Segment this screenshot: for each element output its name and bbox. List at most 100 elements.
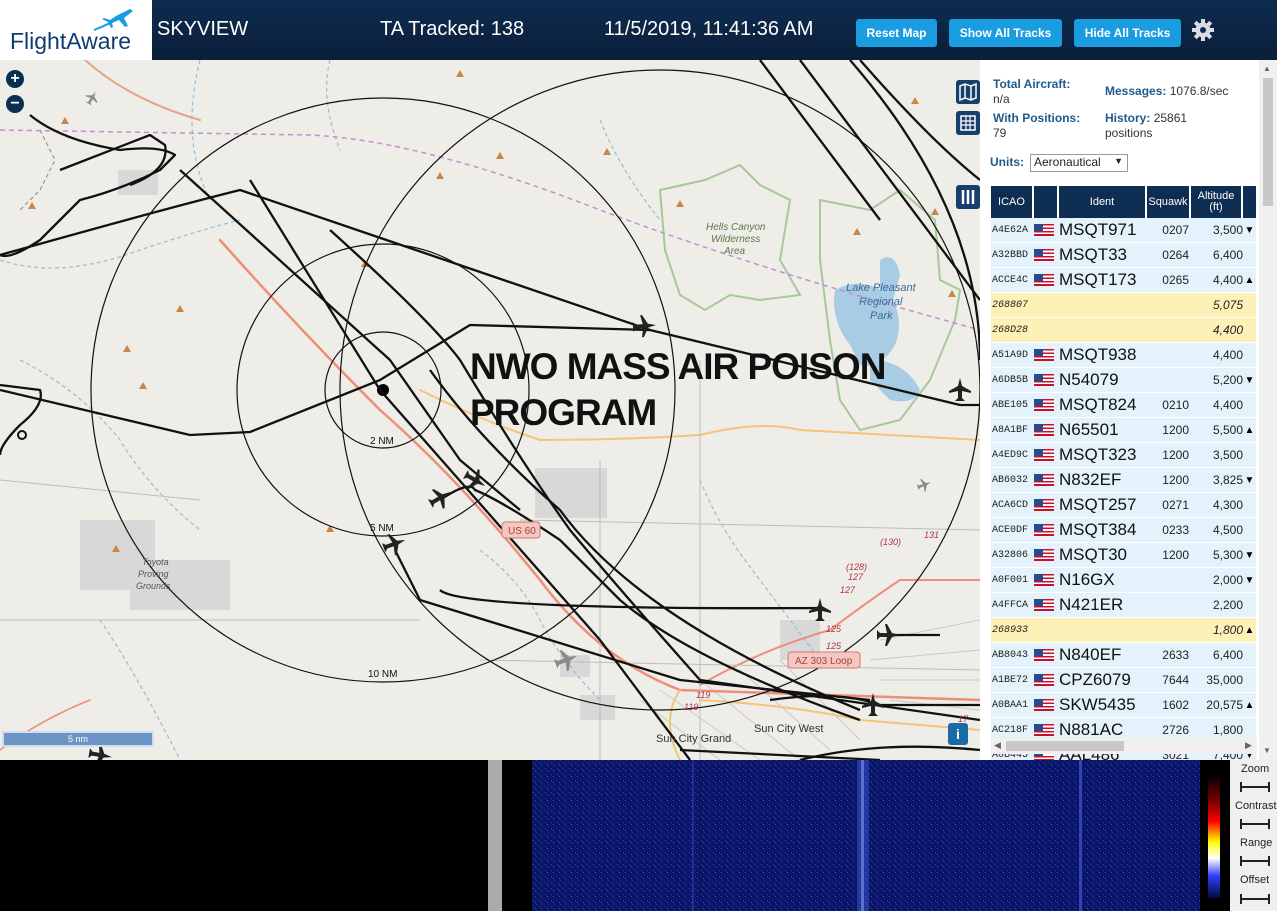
units-select[interactable]: Aeronautical ▼	[1030, 154, 1128, 172]
horizontal-scrollbar[interactable]: ◀ ▶	[992, 738, 1257, 754]
altitude-cell: 3,500	[1212, 223, 1243, 237]
col-altitude[interactable]: Altitude (ft)	[1191, 186, 1243, 218]
flag-cell	[1034, 599, 1059, 611]
scroll-up-icon[interactable]: ▲	[1263, 64, 1271, 73]
logo-text: FlightAware	[10, 28, 132, 54]
trend-arrow-icon: ▼	[1244, 374, 1255, 386]
svg-text:Sun City West: Sun City West	[754, 723, 824, 735]
table-row[interactable]: A51A9D MSQT938 4,400	[991, 343, 1256, 368]
svg-text:Park: Park	[870, 310, 893, 322]
table-row[interactable]: A1BE72 CPZ6079 7644 35,000	[991, 668, 1256, 693]
table-row[interactable]: AB8043 N840EF 2633 6,400	[991, 643, 1256, 668]
contrast-slider[interactable]	[1240, 819, 1270, 829]
table-row[interactable]: AB6032 N832EF 1200 3,825 ▼	[991, 468, 1256, 493]
scroll-right-icon[interactable]: ▶	[1245, 740, 1252, 751]
range-slider[interactable]	[1240, 856, 1270, 866]
col-squawk[interactable]: Squawk	[1147, 186, 1191, 218]
icao-cell: A4FFCA	[992, 599, 1029, 611]
range-label: Range	[1240, 837, 1273, 849]
us-flag-icon	[1034, 374, 1054, 386]
reset-map-button[interactable]: Reset Map	[856, 19, 937, 47]
table-header: ICAO Ident Squawk Altitude (ft)	[991, 186, 1256, 218]
table-row[interactable]: 268D28 4,400	[991, 318, 1256, 343]
table-row[interactable]: ACA6CD MSQT257 0271 4,300	[991, 493, 1256, 518]
trend-arrow-icon: ▲	[1244, 624, 1255, 636]
table-row[interactable]: ACCE4C MSQT173 0265 4,400 ▲	[991, 268, 1256, 293]
zoom-slider[interactable]	[1240, 782, 1270, 792]
map-view[interactable]: 2 NM 5 NM 10 NM Hells Canyon Wilderness …	[0, 60, 980, 760]
zoom-in-button[interactable]: +	[6, 70, 24, 88]
map-grid-icon[interactable]	[956, 111, 980, 135]
icao-cell: 268D28	[992, 324, 1029, 336]
svg-text:119: 119	[684, 702, 698, 712]
flightaware-logo[interactable]: FlightAware	[0, 0, 152, 60]
svg-text:127: 127	[848, 572, 864, 582]
squawk-cell: 1200	[1162, 548, 1189, 562]
horizontal-scroll-thumb[interactable]	[1006, 741, 1124, 751]
gear-icon[interactable]	[1190, 17, 1216, 43]
trend-arrow-icon: ▼	[1244, 549, 1255, 561]
zoom-out-button[interactable]: −	[6, 95, 24, 113]
ident-cell: N421ER	[1059, 595, 1124, 614]
scroll-down-icon[interactable]: ▼	[1263, 746, 1271, 755]
table-row[interactable]: A6DB5B N54079 5,200 ▼	[991, 368, 1256, 393]
svg-text:Regional: Regional	[859, 296, 903, 308]
table-row[interactable]: A4E62A MSQT971 0207 3,500 ▼	[991, 218, 1256, 243]
offset-slider[interactable]	[1240, 894, 1270, 904]
table-row[interactable]: A8A1BF N65501 1200 5,500 ▲	[991, 418, 1256, 443]
icao-cell: AB6032	[992, 474, 1029, 486]
vertical-scrollbar[interactable]: ▲ ▼	[1259, 60, 1277, 760]
sidebar-panel: Total Aircraft: n/a Messages: 1076.8/sec…	[980, 60, 1277, 760]
ident-cell: N840EF	[1059, 645, 1122, 664]
table-row[interactable]: A32BBD MSQT33 0264 6,400	[991, 243, 1256, 268]
scroll-left-icon[interactable]: ◀	[994, 740, 1001, 751]
table-row[interactable]: 268933 1,800 ▲	[991, 618, 1256, 643]
icao-cell: AC218F	[992, 724, 1029, 736]
table-row[interactable]: ABE105 MSQT824 0210 4,400	[991, 393, 1256, 418]
messages-value: 1076.8/sec	[1169, 84, 1229, 98]
table-row[interactable]: ACE0DF MSQT384 0233 4,500	[991, 518, 1256, 543]
total-aircraft-stat: Total Aircraft: n/a	[993, 77, 1070, 107]
flag-cell	[1034, 699, 1059, 711]
altitude-cell: 1,800	[1212, 623, 1243, 637]
svg-text:125: 125	[826, 624, 842, 634]
table-row[interactable]: A4ED9C MSQT323 1200 3,500	[991, 443, 1256, 468]
table-row[interactable]: A0F001 N16GX 2,000 ▼	[991, 568, 1256, 593]
altitude-cell: 3,500	[1212, 448, 1243, 462]
panel-divider[interactable]	[488, 760, 502, 911]
icao-cell: A0BAA1	[992, 699, 1029, 711]
squawk-cell: 7644	[1162, 673, 1189, 687]
col-extra[interactable]	[1243, 186, 1256, 218]
altitude-cell: 4,400	[1212, 323, 1243, 337]
col-flag[interactable]	[1034, 186, 1059, 218]
vertical-scroll-thumb[interactable]	[1263, 78, 1273, 206]
flag-cell	[1034, 574, 1059, 586]
hide-all-tracks-button[interactable]: Hide All Tracks	[1074, 19, 1181, 47]
icao-cell: AB8043	[992, 649, 1029, 661]
aircraft-table: ICAO Ident Squawk Altitude (ft) A4E62A MS…	[991, 186, 1256, 760]
col-ident[interactable]: Ident	[1059, 186, 1147, 218]
trend-arrow-icon: ▼	[1244, 474, 1255, 486]
total-aircraft-value: n/a	[993, 92, 1010, 106]
history-label: History:	[1105, 111, 1151, 125]
table-row[interactable]: 268807 5,075	[991, 293, 1256, 318]
flag-cell	[1034, 449, 1059, 461]
svg-text:(128): (128)	[846, 562, 867, 572]
icao-cell: 268933	[992, 624, 1029, 636]
table-row[interactable]: A4FFCA N421ER 2,200	[991, 593, 1256, 618]
units-label: Units:	[990, 155, 1024, 169]
us-flag-icon	[1034, 349, 1054, 361]
squawk-cell: 0264	[1162, 248, 1189, 262]
table-row[interactable]: A32806 MSQT30 1200 5,300 ▼	[991, 543, 1256, 568]
ident-cell: MSQT173	[1059, 270, 1137, 289]
map-layers-icon[interactable]	[956, 80, 980, 104]
show-all-tracks-button[interactable]: Show All Tracks	[949, 19, 1062, 47]
table-row[interactable]: A0BAA1 SKW5435 1602 20,575 ▲	[991, 693, 1256, 718]
columns-icon[interactable]	[956, 185, 980, 209]
flag-cell	[1034, 549, 1059, 561]
col-icao[interactable]: ICAO	[991, 186, 1034, 218]
info-icon[interactable]: i	[948, 723, 968, 745]
icao-cell: ACA6CD	[992, 499, 1029, 511]
overlay-caption: NWO MASS AIR POISON PROGRAM	[470, 346, 886, 433]
svg-text:Area: Area	[723, 246, 746, 257]
